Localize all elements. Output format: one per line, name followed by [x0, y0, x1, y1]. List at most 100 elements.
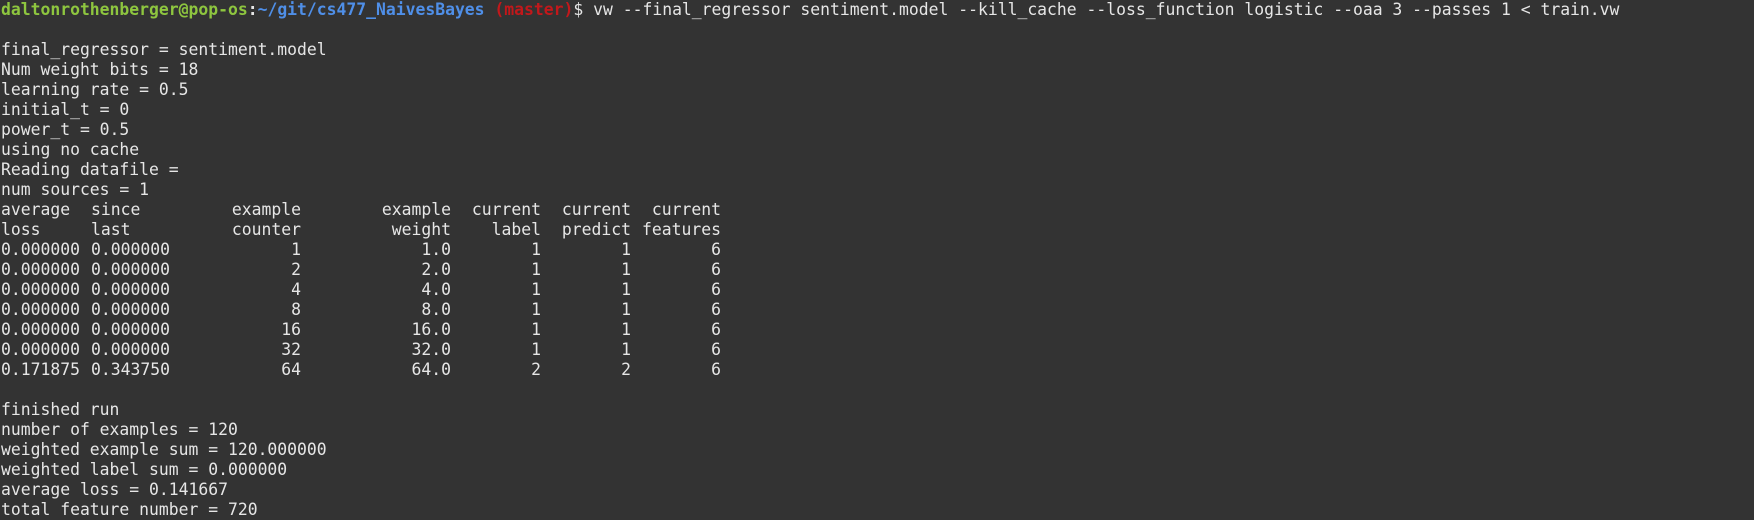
table-cell: 0.000000 [91, 320, 170, 339]
summary-line: weighted label sum = 0.000000 [1, 460, 288, 479]
table-cell: 0.343750 [91, 360, 170, 379]
prompt-path: ~/git/cs477_NaivesBayes [257, 0, 485, 19]
table-header-cell: average [1, 200, 71, 219]
summary-line: weighted example sum = 120.000000 [1, 440, 327, 459]
table-header-cell: since [91, 200, 141, 219]
table-cell: 0.000000 [1, 340, 80, 359]
output-line: initial_t = 0 [1, 100, 130, 119]
table-cell: 8.0 [421, 300, 451, 319]
table-header-cell: current [561, 200, 631, 219]
table-cell: 32 [281, 340, 301, 359]
prompt-dollar: $ [573, 0, 584, 19]
table-body: 0.000000 0.000000 1 1.0 1 1 6 0.000000 0.000000 2… [1, 240, 1754, 380]
table-header-cell: loss [1, 220, 41, 239]
table-header-cell: last [91, 220, 131, 239]
output-block: final_regressor = sentiment.model Num we… [1, 40, 1754, 200]
table-header-cell: features [642, 220, 721, 239]
table-cell: 1 [291, 240, 301, 259]
table-cell: 0.000000 [1, 260, 80, 279]
table-row: 0.000000 0.000000 32 32.0 1 1 6 [1, 340, 1754, 360]
summary-block: finished run number of examples = 120 we… [1, 400, 1754, 520]
table-cell: 2 [621, 360, 631, 379]
table-cell: 16.0 [411, 320, 451, 339]
table-header-cell: label [491, 220, 541, 239]
table-cell: 64 [281, 360, 301, 379]
table-cell: 1 [621, 280, 631, 299]
table-cell: 6 [711, 280, 721, 299]
prompt-separator: : [247, 0, 258, 19]
table-cell: 8 [291, 300, 301, 319]
table-header-cell: current [651, 200, 721, 219]
table-cell: 1 [531, 280, 541, 299]
table-cell: 0.000000 [91, 240, 170, 259]
table-header-row: average since example example current cu… [1, 200, 1754, 220]
table-cell: 0.000000 [91, 280, 170, 299]
table-header-cell: current [471, 200, 541, 219]
table-cell: 1 [621, 340, 631, 359]
progress-table: average since example example current cu… [1, 200, 1754, 380]
table-cell: 6 [711, 300, 721, 319]
table-cell: 0.000000 [91, 300, 170, 319]
table-cell: 1 [621, 240, 631, 259]
table-cell: 2 [291, 260, 301, 279]
table-cell: 6 [711, 340, 721, 359]
output-line: final_regressor = sentiment.model [1, 40, 327, 59]
command-text: vw --final_regressor sentiment.model --k… [593, 0, 1620, 19]
table-cell: 4 [291, 280, 301, 299]
table-cell: 1 [531, 260, 541, 279]
output-line: using no cache [1, 140, 140, 159]
table-header-cell: example [231, 200, 301, 219]
output-line: Num weight bits = 18 [1, 60, 199, 79]
table-cell: 1 [621, 260, 631, 279]
summary-line: finished run [1, 400, 120, 419]
summary-line: average loss = 0.141667 [1, 480, 228, 499]
table-header-cell: example [381, 200, 451, 219]
summary-line: total feature number = 720 [1, 500, 258, 519]
table-cell: 0.000000 [1, 240, 80, 259]
table-row: 0.000000 0.000000 1 1.0 1 1 6 [1, 240, 1754, 260]
table-cell: 1 [531, 320, 541, 339]
table-cell: 32.0 [411, 340, 451, 359]
table-cell: 64.0 [411, 360, 451, 379]
table-cell: 6 [711, 260, 721, 279]
prompt-git-branch: (master) [494, 0, 574, 19]
table-cell: 6 [711, 360, 721, 379]
table-cell: 4.0 [421, 280, 451, 299]
table-header-cell: counter [231, 220, 301, 239]
output-line: Reading datafile = [1, 160, 179, 179]
table-header-cell: weight [391, 220, 451, 239]
table-cell: 1 [621, 300, 631, 319]
prompt-line: daltonrothenberger@pop-os:~/git/cs477_Na… [1, 0, 1754, 20]
table-cell: 1.0 [421, 240, 451, 259]
table-cell: 1 [531, 240, 541, 259]
table-row: 0.000000 0.000000 8 8.0 1 1 6 [1, 300, 1754, 320]
table-cell: 6 [711, 240, 721, 259]
table-cell: 2.0 [421, 260, 451, 279]
output-line: power_t = 0.5 [1, 120, 130, 139]
table-cell: 0.171875 [1, 360, 80, 379]
table-row: 0.000000 0.000000 4 4.0 1 1 6 [1, 280, 1754, 300]
table-cell: 0.000000 [1, 300, 80, 319]
table-cell: 1 [531, 300, 541, 319]
output-line: num sources = 1 [1, 180, 150, 199]
table-cell: 6 [711, 320, 721, 339]
table-cell: 0.000000 [91, 340, 170, 359]
table-row: 0.000000 0.000000 2 2.0 1 1 6 [1, 260, 1754, 280]
table-cell: 0.000000 [1, 280, 80, 299]
table-cell: 0.000000 [91, 260, 170, 279]
output-line: learning rate = 0.5 [1, 80, 189, 99]
table-cell: 1 [621, 320, 631, 339]
table-row: 0.171875 0.343750 64 64.0 2 2 6 [1, 360, 1754, 380]
table-cell: 16 [281, 320, 301, 339]
prompt-user-host: daltonrothenberger@pop-os [1, 0, 248, 19]
table-header-row: loss last counter weight label predict f… [1, 220, 1754, 240]
table-row: 0.000000 0.000000 16 16.0 1 1 6 [1, 320, 1754, 340]
table-cell: 1 [531, 340, 541, 359]
terminal-window[interactable]: daltonrothenberger@pop-os:~/git/cs477_Na… [0, 0, 1754, 520]
table-cell: 2 [531, 360, 541, 379]
table-header-cell: predict [561, 220, 631, 239]
summary-line: number of examples = 120 [1, 420, 238, 439]
table-cell: 0.000000 [1, 320, 80, 339]
